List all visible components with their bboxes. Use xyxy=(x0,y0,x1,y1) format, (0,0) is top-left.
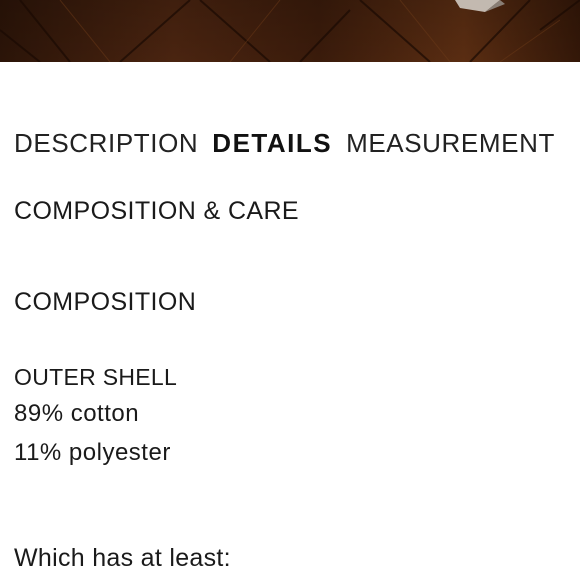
material-polyester: 11% polyester xyxy=(14,439,171,466)
wood-floor-pattern xyxy=(0,0,580,62)
material-cotton: 89% cotton xyxy=(14,400,140,427)
composition-care-heading: COMPOSITION & CARE xyxy=(14,197,300,225)
product-details-page: DESCRIPTION DETAILS MEASUREMENT COMPOSITIO… xyxy=(0,0,580,581)
composition-heading: COMPOSITION xyxy=(14,288,197,316)
product-info-tabs: DESCRIPTION DETAILS MEASUREMENT xyxy=(14,128,569,159)
product-image xyxy=(0,0,580,62)
outer-shell-label: OUTER SHELL xyxy=(14,364,178,390)
tab-details[interactable]: DETAILS xyxy=(212,128,332,159)
tab-measurement[interactable]: MEASUREMENT xyxy=(346,128,555,159)
certification-note: Which has at least: xyxy=(14,544,231,572)
tab-description[interactable]: DESCRIPTION xyxy=(14,128,198,159)
